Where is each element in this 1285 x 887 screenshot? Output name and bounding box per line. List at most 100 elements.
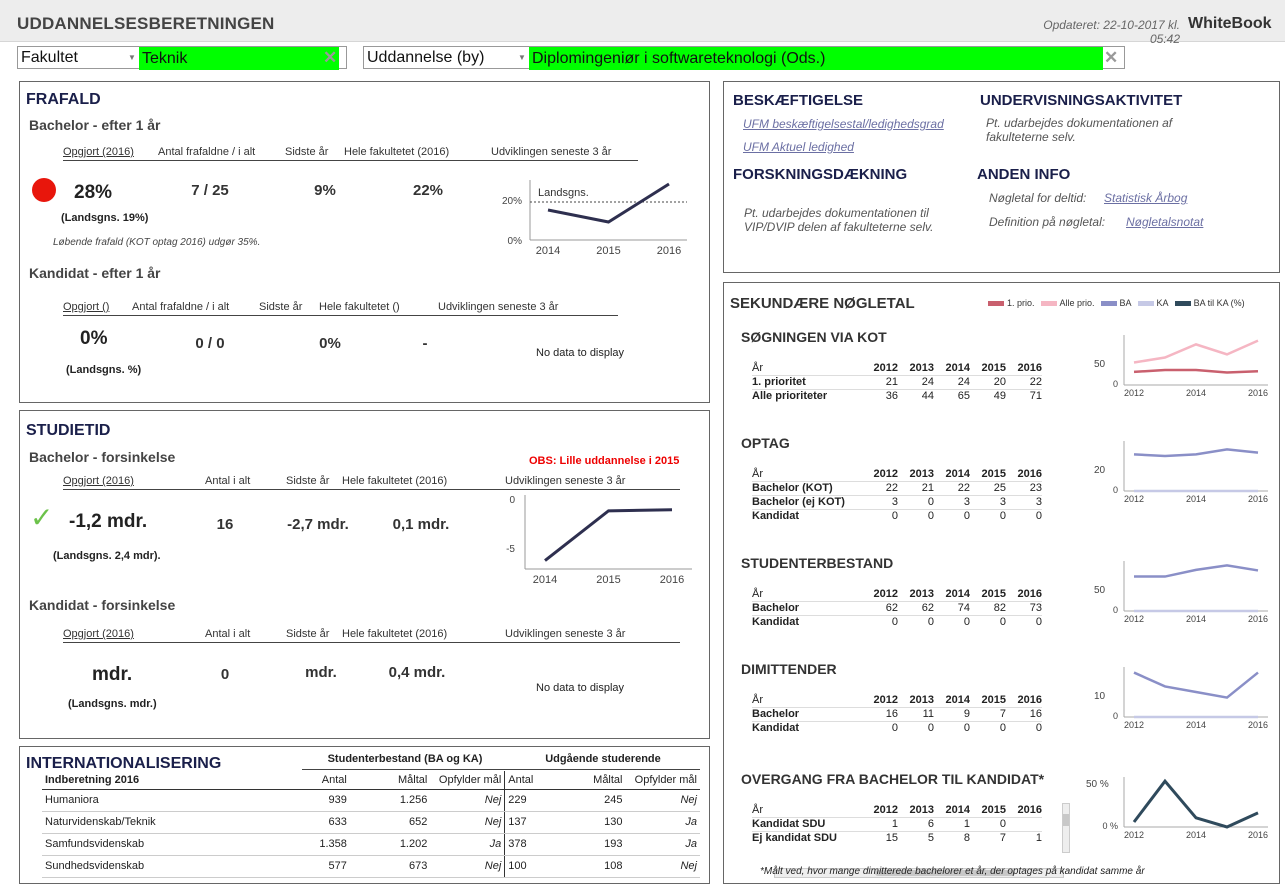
section-title: DIMITTENDER	[741, 661, 837, 677]
col-header: Antal i alt	[205, 475, 251, 487]
year-header: 2015	[981, 588, 1006, 600]
table-cell: 16	[862, 707, 898, 722]
legend-item: BA til KA (%)	[1174, 298, 1245, 308]
scrollbar-thumb[interactable]	[1063, 814, 1069, 826]
col-header: Antal frafaldne / i alt	[158, 146, 256, 158]
table-cell: 245	[555, 789, 626, 812]
year-header: År	[752, 362, 763, 374]
dropdown-arrow-icon[interactable]: ▼	[128, 53, 136, 62]
table-cell: 3	[1006, 495, 1042, 510]
year-header: 2014	[945, 804, 970, 816]
table-cell: 24	[898, 375, 934, 390]
col-header: Hele fakultetet (2016)	[342, 475, 448, 487]
col-header: Opgjort ()	[63, 301, 110, 313]
year-header: 2016	[1017, 362, 1042, 374]
legend-item: Alle prio.	[1040, 298, 1095, 308]
statistisk-aarbog-link[interactable]: Statistisk Årbog	[1104, 191, 1187, 205]
section-title: OVERGANG FRA BACHELOR TIL KANDIDAT*	[741, 771, 1045, 787]
y-tick-label: 0	[1113, 711, 1118, 721]
beskaeftigelse-link[interactable]: UFM beskæftigelsestal/ledighedsgrad	[743, 117, 944, 131]
clear-uddannelse-icon[interactable]: ✕	[1104, 48, 1118, 68]
studietid-faculty: 0,1 mdr.	[392, 516, 450, 533]
table-cell: 5	[898, 831, 934, 845]
year-header: 2012	[873, 804, 898, 816]
section-trend-chart: 0 2012 2014 2016	[1113, 667, 1268, 730]
year-header: 2012	[873, 468, 898, 480]
table-cell: 1	[934, 817, 970, 832]
table-cell: Ja	[625, 811, 700, 834]
table-cell: 3	[862, 495, 898, 510]
table-cell: 7	[970, 831, 1006, 845]
table-cell: 1.256	[349, 789, 431, 812]
table-cell: 22	[862, 481, 898, 496]
sekundaere-title: SEKUNDÆRE NØGLETAL	[730, 295, 915, 312]
table-cell: 193	[555, 833, 626, 856]
col-header: Sidste år	[286, 628, 330, 640]
year-header: 2015	[981, 694, 1006, 706]
table-cell: Humaniora	[42, 789, 270, 812]
bachelor-subtitle: Bachelor - efter 1 år	[29, 117, 161, 133]
col-header: Opgjort (2016)	[63, 475, 134, 487]
table-cell: Bachelor	[752, 707, 862, 722]
table-cell: 0	[934, 615, 970, 629]
year-header: 2012	[873, 588, 898, 600]
year-header: 2016	[1017, 588, 1042, 600]
dropdown-arrow-icon[interactable]: ▼	[518, 53, 526, 62]
x-tick-label: 2016	[1248, 720, 1268, 730]
kandidat-frafald-count: 0 / 0	[195, 335, 225, 352]
frafald-title: FRAFALD	[26, 91, 101, 108]
table-cell: Alle prioriteter	[752, 389, 862, 403]
table-cell: Nej	[430, 855, 506, 878]
anden-info-title: ANDEN INFO	[977, 166, 1071, 183]
clear-fakultet-icon[interactable]: ✕	[323, 48, 337, 68]
kandidat-frafald-faculty: -	[422, 335, 428, 352]
fakultet-filter[interactable]: Fakultet ▼ Teknik ✕	[17, 46, 347, 70]
table-cell: Bachelor (KOT)	[752, 481, 862, 496]
legend-label: BA	[1119, 298, 1132, 308]
table-cell: 23	[1006, 481, 1042, 496]
table-cell: 44	[898, 389, 934, 403]
table-cell: 137	[504, 811, 556, 834]
x-tick-label: 2014	[1186, 830, 1206, 840]
section-trend-chart: 0 2012 2014 2016	[1113, 335, 1268, 398]
table-row: Kandidat SDU 1 6 1 0	[752, 817, 1042, 832]
table-cell: 16	[1006, 707, 1042, 722]
table-row: Kandidat 0 0 0 0 0	[752, 721, 1042, 735]
table-cell: 22	[934, 481, 970, 496]
forskning-title: FORSKNINGSDÆKNING	[733, 166, 908, 183]
table-cell: 0	[1006, 721, 1042, 735]
fakultet-label: Fakultet	[21, 49, 78, 66]
year-header: År	[752, 804, 763, 816]
kandidat-studietid-value: mdr.	[92, 664, 133, 685]
kandidat-frafald-last: 0%	[319, 335, 341, 352]
kandidat-frafald-value: 0%	[80, 328, 108, 349]
fakultet-value[interactable]: Teknik	[139, 47, 339, 70]
year-header: 2013	[909, 588, 934, 600]
undervisning-text: Pt. udarbejdes dokumentationen af fakult…	[986, 116, 1173, 144]
uddannelse-value[interactable]: Diplomingeniør i softwareteknologi (Ods.…	[529, 47, 1103, 70]
table-row: Sundhedsvidenskab 577 673 Nej 100 108 Nej	[42, 855, 700, 878]
header-divider	[63, 160, 638, 161]
table-row: Ej kandidat SDU 15 5 8 7 1	[752, 831, 1042, 845]
vertical-scrollbar[interactable]	[1062, 803, 1070, 853]
table-cell: 21	[862, 375, 898, 390]
table-row: Samfundsvidenskab 1.358 1.202 Ja 378 193 Ja	[42, 833, 700, 856]
updated-timestamp: Opdateret: 22-10-2017 kl. 05:42	[1043, 18, 1180, 46]
table-cell: 73	[1006, 601, 1042, 616]
legend-label: BA til KA (%)	[1193, 298, 1245, 308]
table-cell: Bachelor	[752, 601, 862, 616]
table-cell: Kandidat	[752, 509, 862, 523]
internationalisering-panel: INTERNATIONALISERING Studenterbestand (B…	[19, 746, 710, 884]
noegletalsnotat-link[interactable]: Nøgletalsnotat	[1126, 215, 1203, 229]
ledighed-link[interactable]: UFM Aktuel ledighed	[743, 140, 854, 154]
table-cell: 8	[934, 831, 970, 845]
y-tick-label: 0	[1113, 485, 1118, 495]
table-cell: 62	[898, 601, 934, 616]
header-divider	[302, 769, 700, 770]
table-cell: 21	[898, 481, 934, 496]
table-cell: 0	[898, 615, 934, 629]
table-cell: 0	[862, 509, 898, 523]
section-table: År 2012 2013 2014 2015 2016 Bachelor 62 62 74 82 73…	[752, 588, 1042, 629]
col-header: Hele fakultetet ()	[319, 301, 400, 313]
uddannelse-filter[interactable]: Uddannelse (by) ▼ Diplomingeniør i softw…	[363, 46, 1125, 70]
